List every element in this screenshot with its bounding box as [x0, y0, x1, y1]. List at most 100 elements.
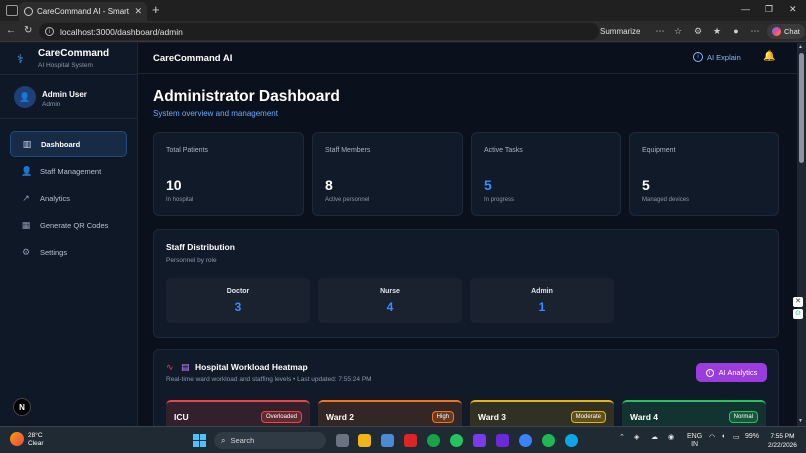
start-button[interactable]: [193, 434, 206, 447]
user-avatar-icon: 👤: [14, 86, 36, 108]
next-logo-icon[interactable]: N: [13, 398, 31, 416]
scroll-down-icon[interactable]: ▼: [798, 418, 803, 424]
stat-label: Total Patients: [166, 147, 209, 154]
store-icon[interactable]: [381, 434, 394, 447]
ai-explain-label: AI Explain: [707, 52, 741, 62]
battery-icon[interactable]: ▭: [733, 433, 740, 441]
chrome-icon[interactable]: [427, 434, 440, 447]
site-info-icon[interactable]: i: [45, 27, 54, 36]
sidebar-item-settings[interactable]: ⚙ Settings: [10, 239, 127, 265]
role-tile-nurse: Nurse 4: [318, 278, 462, 323]
chrome-profile-icon[interactable]: [519, 434, 532, 447]
ai-explain-button[interactable]: i AI Explain: [693, 52, 741, 62]
minimize-icon[interactable]: —: [741, 4, 750, 14]
tab-title: CareCommand AI - Smart Digital I: [37, 7, 130, 16]
wifi-icon[interactable]: ◠: [709, 433, 715, 441]
extensions-icon[interactable]: ⚙: [693, 26, 703, 36]
stat-label: Equipment: [642, 147, 676, 154]
security-icon[interactable]: ◈: [634, 433, 639, 441]
ai-analytics-button[interactable]: i AI Analytics: [696, 363, 767, 382]
copilot-icon: [772, 27, 781, 36]
stat-desc: Active personnel: [325, 197, 370, 203]
edge-icon[interactable]: [565, 434, 578, 447]
ward-status-badge: Overloaded: [260, 411, 302, 423]
tray-app-icon[interactable]: ◉: [668, 433, 674, 441]
language-region: IN: [691, 441, 699, 448]
sidebar-item-label: Settings: [40, 247, 68, 257]
ward-tile-ward-2[interactable]: Ward 2 High: [318, 400, 462, 426]
copilot-chat-button[interactable]: Chat: [767, 24, 805, 39]
stat-desc: In hospital: [166, 197, 194, 203]
weather-condition: Clear: [28, 440, 44, 447]
favorites-icon[interactable]: ★: [712, 26, 722, 36]
favorite-star-icon[interactable]: ☆: [673, 26, 683, 36]
taskbar-search-label: Search: [230, 436, 255, 445]
profile-avatar-icon[interactable]: ●: [731, 26, 741, 36]
role-count: 4: [386, 300, 394, 314]
spotify-icon[interactable]: [542, 434, 555, 447]
sidebar-close-icon[interactable]: ✕: [793, 297, 803, 307]
ward-name: Ward 4: [630, 412, 659, 422]
browser-tab[interactable]: CareCommand AI - Smart Digital I ✕: [19, 2, 147, 21]
twitch-icon[interactable]: [496, 434, 509, 447]
bell-icon[interactable]: 🔔: [763, 51, 775, 62]
sidebar-item-staff-management[interactable]: 👤 Staff Management: [10, 158, 127, 184]
search-icon: ⌕: [221, 435, 226, 445]
back-icon[interactable]: ←: [6, 25, 16, 37]
volume-icon[interactable]: ◖: [721, 433, 725, 440]
stat-desc: Managed devices: [642, 197, 690, 203]
user-role: Admin: [42, 101, 61, 108]
ward-tile-icu[interactable]: ICU Overloaded: [166, 400, 310, 426]
language-code: ENG: [687, 433, 703, 440]
staff-distribution-card: Staff Distribution Personnel by role Doc…: [153, 229, 779, 338]
sidebar-item-generate-qr-codes[interactable]: ▦ Generate QR Codes: [10, 212, 127, 238]
task-view-icon[interactable]: [336, 434, 349, 447]
ward-tile-ward-4[interactable]: Ward 4 Normal: [622, 400, 766, 426]
staff-distribution-subtitle: Personnel by role: [166, 257, 217, 264]
address-bar[interactable]: i localhost:3000/dashboard/admin Summari…: [39, 23, 640, 40]
taskbar-search[interactable]: ⌕ Search: [214, 432, 326, 449]
settings-more-icon[interactable]: ⋯: [750, 26, 760, 36]
copilot-app-icon[interactable]: [473, 434, 486, 447]
file-explorer-icon[interactable]: [358, 434, 371, 447]
scroll-up-icon[interactable]: ▲: [798, 44, 803, 50]
role-tile-admin: Admin 1: [470, 278, 614, 323]
onedrive-icon[interactable]: ☁: [651, 433, 658, 441]
ward-tile-ward-3[interactable]: Ward 3 Moderate: [470, 400, 614, 426]
refresh-icon[interactable]: ↻: [24, 25, 32, 37]
more-dots-icon[interactable]: ⋯: [655, 26, 665, 36]
heatmap-subtitle: Real-time ward workload and staffing lev…: [166, 376, 372, 383]
sidebar-item-analytics[interactable]: ↗ Analytics: [10, 185, 127, 211]
clipboard-icon: ▤: [181, 362, 190, 372]
weather-icon: [10, 432, 24, 446]
gear-icon: ⚙: [21, 246, 31, 257]
sidebar-item-dashboard[interactable]: ▥ Dashboard: [10, 131, 127, 157]
restore-icon[interactable]: ❐: [765, 4, 773, 15]
sidebar-app-icon[interactable]: ⊙: [793, 309, 803, 319]
app-viewport: ⚕ CareCommand AI Hospital System 👤 Admin…: [0, 43, 806, 426]
app-l-icon[interactable]: [404, 434, 417, 447]
top-header: CareCommand AI i AI Explain 🔔: [138, 43, 797, 74]
whatsapp-icon[interactable]: [450, 434, 463, 447]
close-tab-icon[interactable]: ✕: [134, 6, 142, 17]
ward-status-badge: Normal: [728, 411, 758, 423]
brand: ⚕ CareCommand AI Hospital System: [0, 43, 138, 75]
stat-card-equipment: Equipment 5 Managed devices: [629, 132, 779, 216]
new-tab-button[interactable]: +: [152, 3, 160, 17]
windows-taskbar: 28°C Clear ⌕ Search ⌃ ◈ ☁ ◉ ENG IN ◠ ◖ ▭…: [0, 426, 806, 453]
user-name: Admin User: [42, 90, 87, 99]
weather-widget[interactable]: 28°C Clear: [10, 432, 44, 448]
workspace-icon[interactable]: [6, 5, 18, 16]
ward-name: Ward 3: [478, 412, 507, 422]
page-scrollbar-thumb[interactable]: [799, 53, 804, 163]
sidebar-item-label: Dashboard: [41, 139, 81, 149]
staff-distribution-title: Staff Distribution: [166, 242, 235, 252]
url-text[interactable]: localhost:3000/dashboard/admin: [60, 27, 183, 37]
chevron-up-icon[interactable]: ⌃: [619, 433, 625, 441]
sidebar: ⚕ CareCommand AI Hospital System 👤 Admin…: [0, 43, 138, 426]
clock[interactable]: 7:55 PM 2/22/2026: [768, 432, 797, 450]
language-indicator[interactable]: ENG IN: [687, 433, 702, 449]
close-window-icon[interactable]: ✕: [789, 4, 797, 15]
ward-status-badge: High: [431, 411, 454, 423]
summarize-button[interactable]: Summarize: [600, 27, 640, 36]
